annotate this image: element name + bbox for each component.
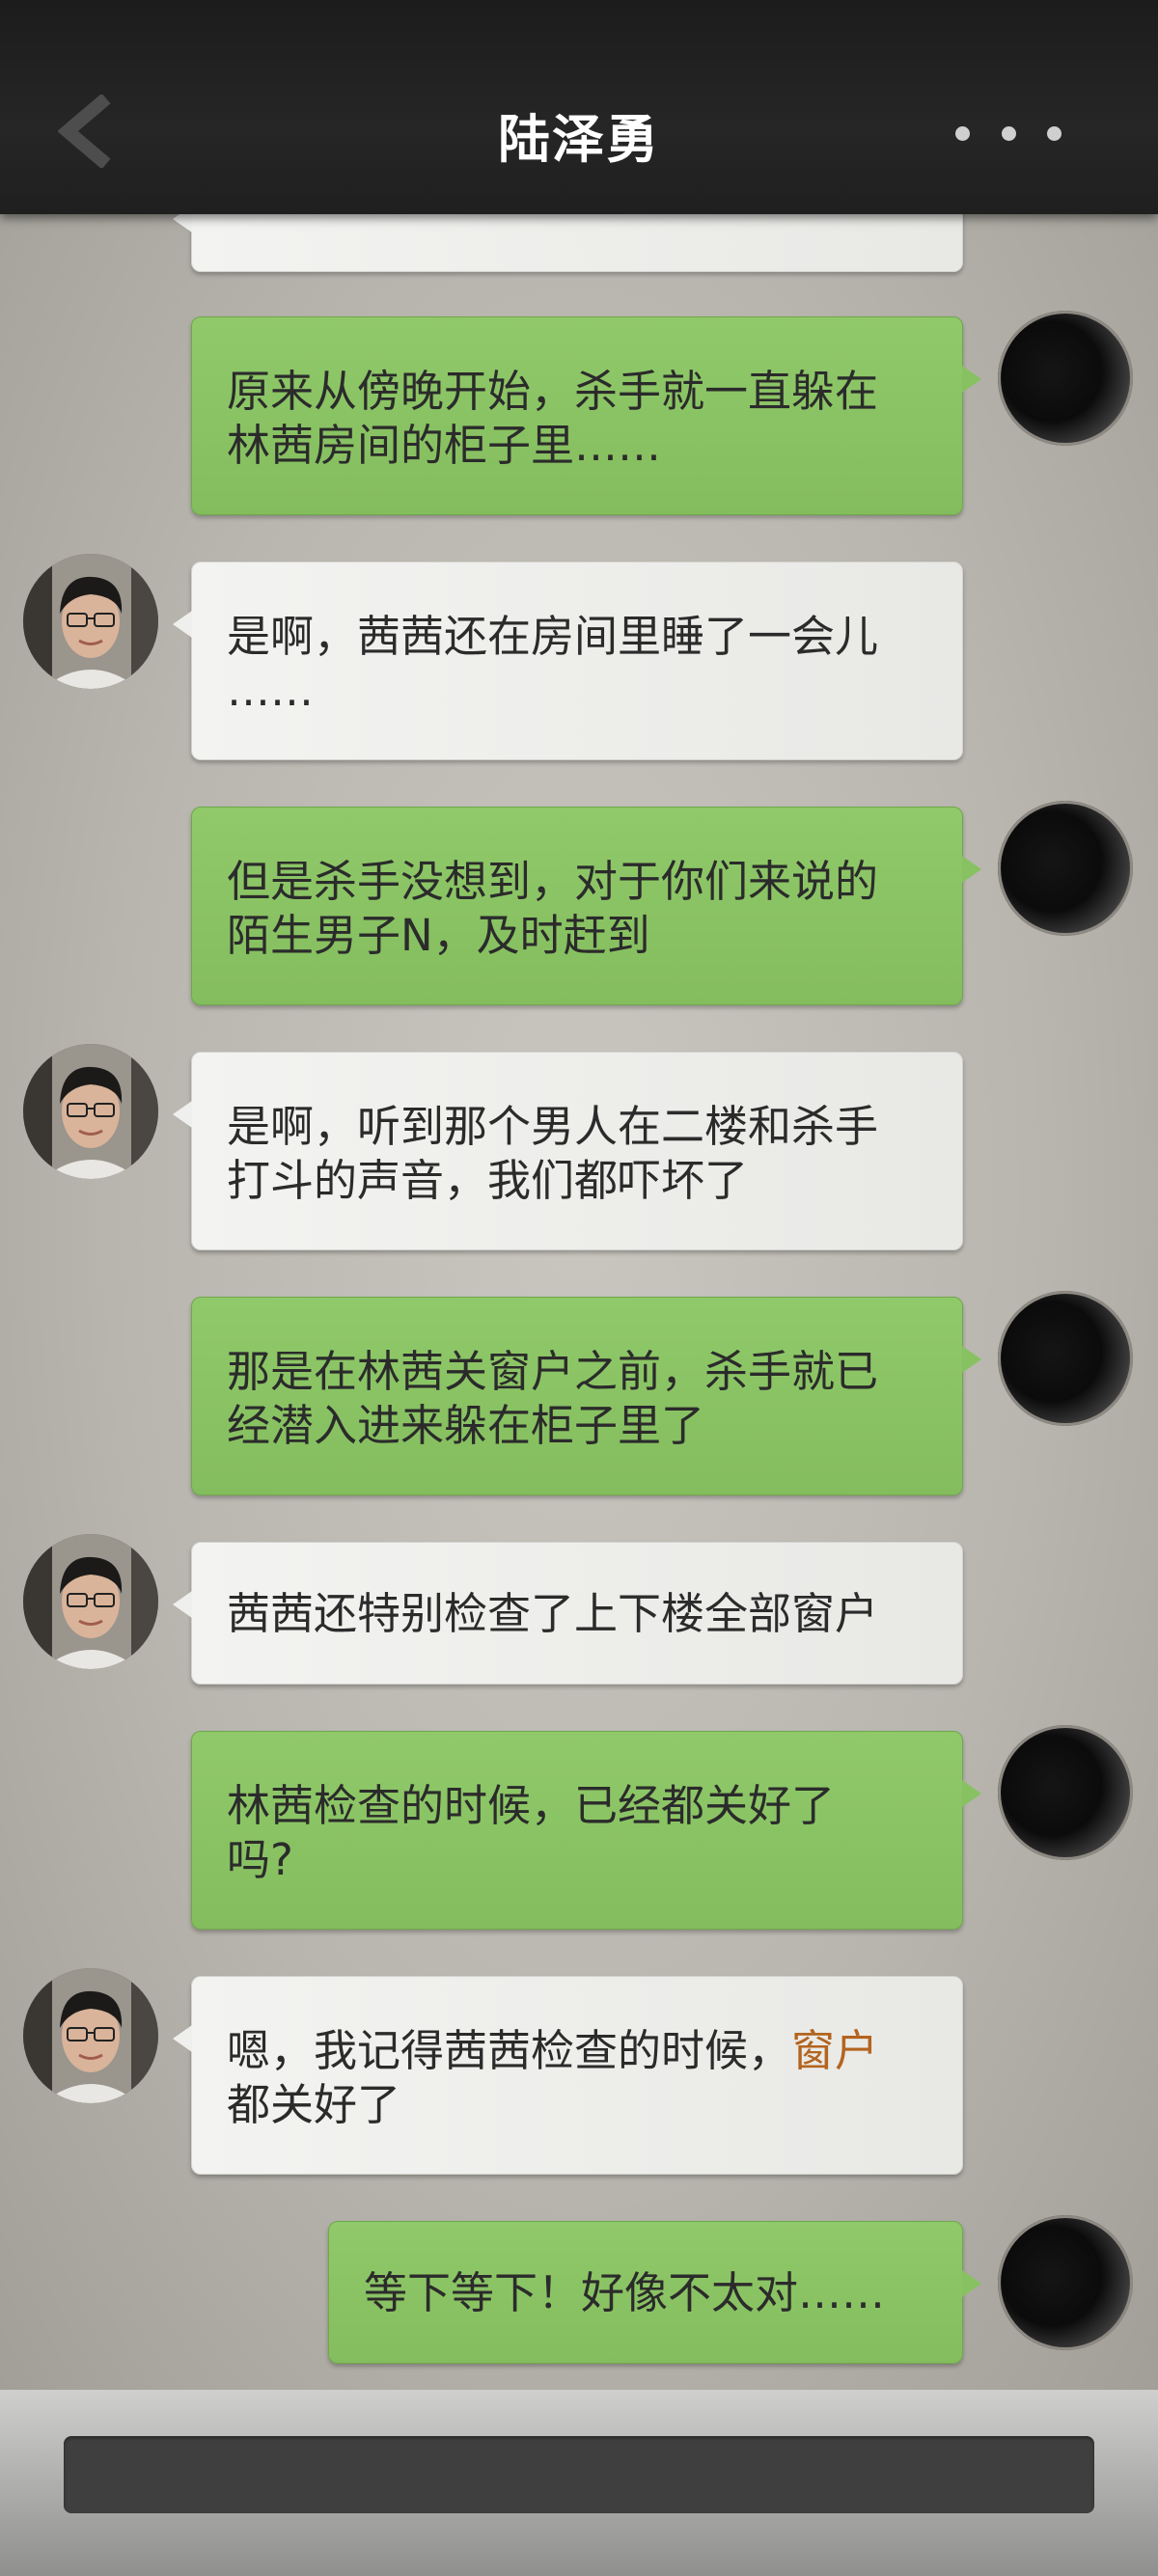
message-input-field[interactable] (64, 2436, 1094, 2513)
player-avatar[interactable] (998, 1725, 1133, 1860)
message-bubble-sent: 原来从傍晚开始，杀手就一直躲在 林茜房间的柜子里…… (191, 316, 981, 515)
man-portrait-icon (23, 1044, 158, 1179)
dot (955, 125, 970, 141)
message-bubble-received: 嗯，我记得茜茜检查的时候，窗户 都关好了 (173, 1976, 963, 2175)
contact-avatar[interactable] (23, 1968, 158, 2103)
highlighted-keyword[interactable]: 窗户 (791, 2025, 878, 2076)
message-line: 打斗的声音，我们都吓坏了 (227, 1155, 749, 1206)
player-avatar[interactable] (998, 1291, 1133, 1426)
message-line: 嗯，我记得茜茜检查的时候， (227, 2025, 792, 2076)
message-line-with-highlight: 嗯，我记得茜茜检查的时候，窗户 (227, 2024, 927, 2078)
player-avatar[interactable] (998, 2215, 1133, 2350)
message-line: 等下等下！好像不太对…… (364, 2267, 886, 2318)
partial-message-bubble (173, 214, 963, 272)
message-line: 林茜房间的柜子里…… (227, 420, 662, 471)
message-line: 是啊，茜茜还在房间里睡了一会儿 (227, 611, 879, 662)
message-line: 茜茜还特别检查了上下楼全部窗户 (227, 1588, 879, 1639)
contact-avatar[interactable] (23, 1534, 158, 1669)
message-line: 都关好了 (227, 2079, 401, 2130)
message-bubble-sent: 林茜检查的时候，已经都关好了 吗? (191, 1731, 981, 1930)
message-line: 林茜检查的时候，已经都关好了 (227, 1780, 836, 1831)
message-line: 原来从傍晚开始，杀手就一直躲在 (227, 366, 879, 417)
message-bubble-sent: 等下等下！好像不太对…… (328, 2221, 981, 2364)
message-bubble-sent: 那是在林茜关窗户之前，杀手就已 经潜入进来躲在柜子里了 (191, 1297, 981, 1495)
contact-avatar[interactable] (23, 1044, 158, 1179)
man-portrait-icon (23, 1534, 158, 1669)
message-bubble-received: 是啊，茜茜还在房间里睡了一会儿 …… (173, 562, 963, 760)
man-portrait-icon (23, 554, 158, 689)
message-line: 吗? (227, 1834, 293, 1885)
player-avatar[interactable] (998, 311, 1133, 446)
message-bubble-sent: 但是杀手没想到，对于你们来说的 陌生男子N，及时赶到 (191, 807, 981, 1005)
contact-avatar[interactable] (23, 554, 158, 689)
message-line: 经潜入进来躲在柜子里了 (227, 1400, 705, 1451)
man-portrait-icon (23, 1968, 158, 2103)
message-bubble-received: 是啊，听到那个男人在二楼和杀手 打斗的声音，我们都吓坏了 (173, 1052, 963, 1250)
dot (1047, 125, 1062, 141)
chat-header: 陆泽勇 (0, 0, 1158, 214)
message-line: 陌生男子N，及时赶到 (227, 910, 650, 961)
message-line: …… (227, 665, 314, 716)
more-dots-icon[interactable] (955, 123, 1062, 143)
bottom-bar (0, 2390, 1158, 2576)
chat-area[interactable]: 原来从傍晚开始，杀手就一直躲在 林茜房间的柜子里…… 是啊，茜茜还在房间里睡了一… (0, 214, 1158, 2390)
message-bubble-received: 茜茜还特别检查了上下楼全部窗户 (173, 1542, 963, 1685)
message-line: 那是在林茜关窗户之前，杀手就已 (227, 1346, 879, 1397)
dot (1001, 125, 1016, 141)
player-avatar[interactable] (998, 801, 1133, 936)
message-line: 但是杀手没想到，对于你们来说的 (227, 856, 879, 907)
message-line: 是啊，听到那个男人在二楼和杀手 (227, 1101, 879, 1152)
